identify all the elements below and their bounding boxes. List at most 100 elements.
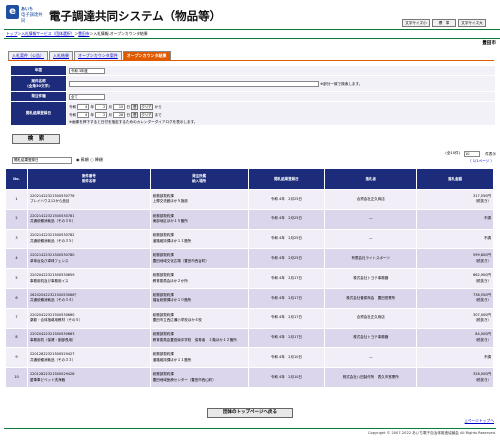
sort-asc-radio[interactable]: ◉ xyxy=(76,157,80,162)
winner-name: ― xyxy=(324,228,418,250)
row-no: 4 xyxy=(5,248,28,270)
tax-note: （税抜き） xyxy=(473,377,492,382)
case-cell: 22020422321500530659 事務用机及び事務用イス xyxy=(26,268,151,289)
result-date: 令和 4年 2月25日 xyxy=(247,208,326,230)
case-name-link[interactable]: 卓球台及び卓球フェンス xyxy=(30,259,148,265)
case-name-link[interactable]: 屋車車ビベット洗浄器 xyxy=(30,378,148,384)
delivery-place: 教育委員会豊田南中学校 保育者 １階ほか１２箇所 xyxy=(152,337,237,342)
result-date: 令和 4年 2月17日 xyxy=(247,287,326,309)
search-button[interactable]: 検 索 xyxy=(12,134,60,144)
calendar-hint: ※画像を押下すると日付を指定するためのカレンダーダイアログを表示します。 xyxy=(69,119,198,124)
system-title: 電子調達共同システム（物品等） xyxy=(49,9,222,23)
font-size-standard-button[interactable]: 標 準 xyxy=(432,19,456,27)
case-name-link[interactable]: 薬箭・合体指導用教材（その５） xyxy=(30,318,148,324)
dept-cell: 総務部契約課 豊田地域文化広場（豊田市西谷町） xyxy=(149,248,249,270)
amount-cell: 599,800円 （税抜き） xyxy=(416,248,494,270)
row-no: 5 xyxy=(5,268,28,289)
from-day-input[interactable]: 10 xyxy=(113,103,126,110)
table-row: 8 22020422321500530663 事務用机（保健・副部長用） 総務部契約課… xyxy=(5,327,494,349)
row-no: 2 xyxy=(5,208,28,230)
sort-field-select[interactable]: 開札結果登録日 xyxy=(12,157,72,164)
delivery-place: 豊田地域文化広場（豊田市西谷町） xyxy=(152,258,209,263)
delivery-place: 上郷交流館ほか５施設 xyxy=(152,199,188,204)
case-name-link[interactable]: 事務用机及び事務用イス xyxy=(30,279,148,285)
to-year-input[interactable]: 4 xyxy=(77,111,90,118)
breadcrumb: トップ＞入札情報サービス（団体選択）＞豊田市＞入札情報-オープンカウンタ結果 xyxy=(4,29,500,39)
row-no: 10 xyxy=(5,367,28,388)
to-month-input[interactable]: 2 xyxy=(95,111,108,118)
page-top-link[interactable]: △ページトップへ xyxy=(465,418,494,424)
winner-name: ― xyxy=(324,208,418,230)
pager[interactable]: 〈 1/1ページ 〉 xyxy=(468,159,494,164)
amount-cell: 662,900円 （税抜き） xyxy=(416,268,494,289)
per-page-select[interactable]: 10 xyxy=(464,151,480,157)
table-row: 6 26202042232150053066？ 共通依頼消耗品（その３４） 総務部契約… xyxy=(5,287,494,309)
to-calendar-button[interactable]: 暦 xyxy=(131,111,139,118)
tax-note: （税抜き） xyxy=(473,337,492,342)
case-name-link[interactable]: 共通依頼消耗品（その３５） xyxy=(30,239,148,245)
amount-cell: 328,000円 （税抜き） xyxy=(416,367,494,388)
dept-cell: 総務部契約課 豊田地域医療センター（豊田市西山町） xyxy=(149,367,249,388)
from-clear-button[interactable]: クリア xyxy=(139,103,154,110)
delivery-place: 豊田地域医療センター（豊田市西山町） xyxy=(152,377,216,382)
year-unit: 年 xyxy=(90,112,95,117)
result-date: 令和 4年 2月17日 xyxy=(247,307,326,329)
to-clear-button[interactable]: クリア xyxy=(139,111,154,118)
case-cell: 26202042232150053066？ 共通依頼消耗品（その３４） xyxy=(26,287,151,309)
case-name-link[interactable]: プレイハウス12から品目 xyxy=(30,199,148,205)
table-row: 2 22021422321500530781 共通依頼消耗品（その３６） 総務部契約課… xyxy=(5,208,494,230)
per-page-label: 件表示 xyxy=(485,152,496,156)
from-suffix: から xyxy=(154,104,162,109)
from-year-input[interactable]: 4 xyxy=(77,103,90,110)
dept-cell: 総務部契約課 教育委員会豊田南中学校 保育者 １階ほか１２箇所 xyxy=(149,327,249,349)
logo-mark: e xyxy=(6,5,19,19)
from-calendar-button[interactable]: 暦 xyxy=(131,103,139,110)
winner-name: 合資会社正久商店 xyxy=(324,189,418,210)
to-day-input[interactable]: 28 xyxy=(113,111,126,118)
back-to-top-page-button[interactable]: 団体のトップページへ戻る xyxy=(207,408,293,418)
case-cell: 22021422321500530781 共通依頼消耗品（その３６） xyxy=(26,208,151,230)
col-case: 案件番号 案件名称 xyxy=(26,168,151,190)
font-size-small-button[interactable]: 文字サイズ小 xyxy=(402,19,430,27)
date-range-label: 開札結果登録日 xyxy=(10,101,67,126)
award-amount: 不調 xyxy=(484,216,491,221)
font-size-large-button[interactable]: 文字サイズ大 xyxy=(458,19,486,27)
table-row: 3 22021422321500530782 共通依頼消耗品（その３５） 総務部契約課… xyxy=(5,228,494,250)
breadcrumb-top[interactable]: トップ xyxy=(6,31,17,36)
case-name-link[interactable]: 事務用机（保健・副部長用） xyxy=(30,338,148,344)
case-cell: 22020422321500530663 事務用机（保健・副部長用） xyxy=(26,327,151,349)
case-name-link[interactable]: 共通依頼消耗品（その３３） xyxy=(30,358,148,364)
fiscal-year-select[interactable]: 令和 3年度 xyxy=(69,67,105,74)
breadcrumb-group-select[interactable]: 入札情報サービス（団体選択） xyxy=(21,31,74,36)
day-unit: 日 xyxy=(126,104,130,109)
amount-cell: 738,550円 （税抜き） xyxy=(416,287,494,309)
sort-desc-radio[interactable]: ○ xyxy=(90,157,94,162)
col-winner: 落札者 xyxy=(324,168,418,190)
tab-open-counter-cases[interactable]: オープンカウンタ案件 xyxy=(74,51,122,60)
breadcrumb-city[interactable]: 豊田市 xyxy=(78,31,89,36)
case-name-link[interactable]: 共通依頼消耗品（その３４） xyxy=(30,298,148,304)
delivery-place: 道路維持課ほか１１箇所 xyxy=(152,238,192,243)
table-row: 9 22012822321500529427 共通依頼消耗品（その３３） 総務部契約課… xyxy=(5,347,494,369)
result-date: 令和 4年 2月25日 xyxy=(247,228,326,250)
delivery-place: 道路維持課ほか１１箇所 xyxy=(152,357,192,362)
amount-cell: 84,000円 （税抜き） xyxy=(416,327,494,349)
case-name-sub-label: (全角50文字) xyxy=(27,83,50,88)
col-dept: 発注所属 納入場所 xyxy=(149,168,249,190)
winner-name: 株式会社トヨテ事務器 xyxy=(324,268,418,289)
delivery-place: 豊田市立西広瀬小学校ほか４校 xyxy=(152,318,202,323)
tab-bid-results[interactable]: 入札結果 xyxy=(49,51,73,60)
case-name-link[interactable]: 共通依頼消耗品（その３６） xyxy=(30,219,148,225)
case-name-input[interactable] xyxy=(69,80,319,87)
from-month-input[interactable]: 2 xyxy=(95,103,108,110)
order-type-select[interactable]: 全て xyxy=(69,93,105,100)
footer-copyright: Copyright © 2007-2022 あいち電子自治体推進協議会 All … xyxy=(4,428,496,436)
fiscal-year-label: 年度 xyxy=(10,65,67,76)
year-unit: 年 xyxy=(90,104,95,109)
delivery-place: 福祉総務課ほか１０箇所 xyxy=(152,298,192,303)
tab-bid-cases[interactable]: 入札案件（公告） xyxy=(8,51,48,60)
month-unit: 月 xyxy=(108,104,112,109)
table-row: 10 22012822321500529428 屋車車ビベット洗浄器 総務部契約課 豊田… xyxy=(5,367,494,388)
tab-open-counter-results[interactable]: オープンカウンタ結果 xyxy=(122,51,171,60)
award-amount: 不調 xyxy=(484,236,491,241)
